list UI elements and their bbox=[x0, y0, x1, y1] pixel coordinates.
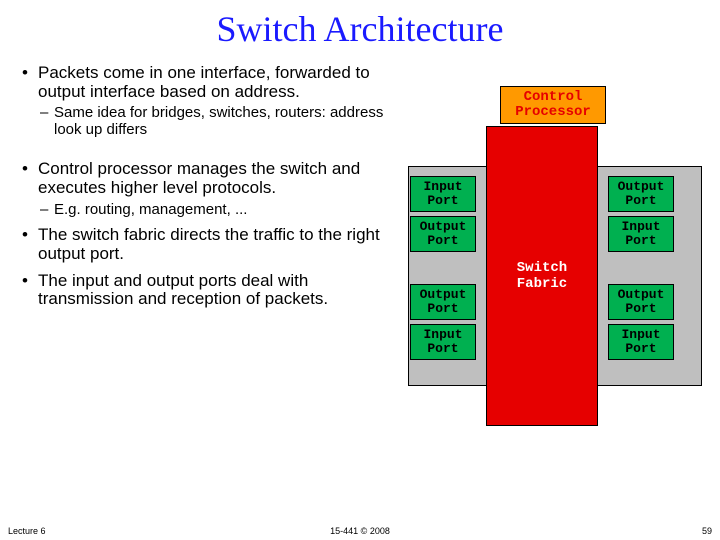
bullet-3: The switch fabric directs the traffic to… bbox=[22, 226, 392, 263]
port-output-l3: Output Port bbox=[410, 284, 476, 320]
port-output-r1: Output Port bbox=[608, 176, 674, 212]
bullet-2: Control processor manages the switch and… bbox=[22, 160, 392, 197]
bullet-4: The input and output ports deal with tra… bbox=[22, 272, 392, 309]
port-output-r3: Output Port bbox=[608, 284, 674, 320]
port-input-r2: Input Port bbox=[608, 216, 674, 252]
switch-fabric-box: Switch Fabric bbox=[486, 126, 598, 426]
slide-body: Packets come in one interface, forwarded… bbox=[0, 56, 720, 416]
port-input-l4: Input Port bbox=[410, 324, 476, 360]
footer-center: 15-441 © 2008 bbox=[330, 526, 390, 536]
slide-title: Switch Architecture bbox=[0, 0, 720, 56]
bullet-1-sub: Same idea for bridges, switches, routers… bbox=[22, 105, 392, 138]
bullet-2-sub: E.g. routing, management, ... bbox=[22, 202, 392, 219]
port-input-l1: Input Port bbox=[410, 176, 476, 212]
port-output-l2: Output Port bbox=[410, 216, 476, 252]
control-processor-box: Control Processor bbox=[500, 86, 606, 124]
bullet-1: Packets come in one interface, forwarded… bbox=[22, 64, 392, 101]
port-input-r4: Input Port bbox=[608, 324, 674, 360]
footer-left: Lecture 6 bbox=[8, 526, 46, 536]
text-column: Packets come in one interface, forwarded… bbox=[22, 56, 392, 416]
footer-right: 59 bbox=[702, 526, 712, 536]
switch-diagram: Control Processor Switch Fabric Input Po… bbox=[392, 126, 702, 416]
